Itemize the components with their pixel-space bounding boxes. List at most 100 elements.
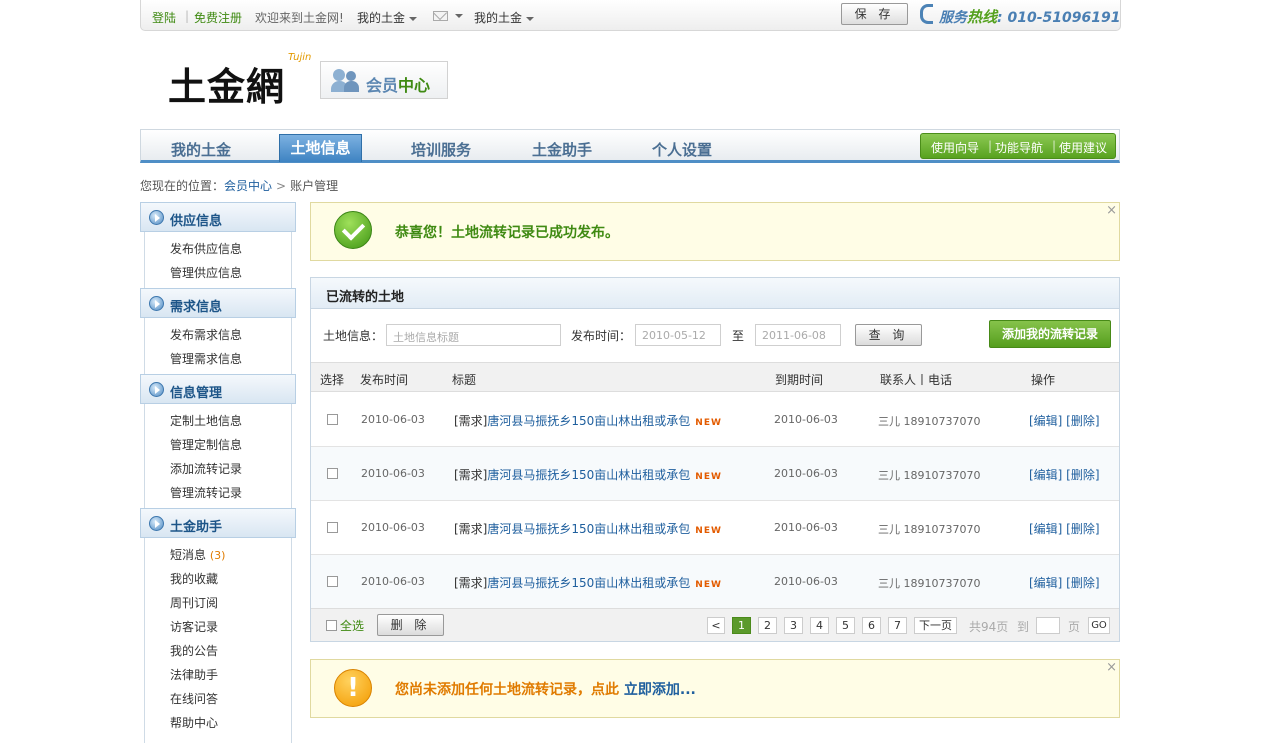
quick-suggest-link[interactable]: 使用建议 (1059, 139, 1107, 156)
sidebar: 供应信息 发布供应信息 管理供应信息 需求信息 发布需求信息 管理需求信息 信息… (140, 202, 296, 743)
quick-nav-link[interactable]: 功能导航 (995, 139, 1043, 156)
row-checkbox[interactable] (327, 468, 338, 479)
table-row: 2010-06-03 [需求]唐河县马振抚乡150亩山林出租或承包 NEW 201… (311, 555, 1119, 609)
row-actions[interactable]: [编辑] [删除] (1029, 466, 1100, 483)
row-actions[interactable]: [编辑] [删除] (1029, 574, 1100, 591)
col-select: 选择 (320, 373, 345, 387)
row-contact: 三儿 18910737070 (878, 523, 981, 536)
add-record-button[interactable]: 添加我的流转记录 (989, 320, 1111, 348)
sidebar-item[interactable]: 我的公告 (145, 639, 291, 663)
row-title-link[interactable]: 唐河县马振抚乡150亩山林出租或承包 (487, 414, 690, 428)
row-checkbox[interactable] (327, 414, 338, 425)
sidebar-section-supply[interactable]: 供应信息 (140, 202, 296, 232)
sidebar-item[interactable]: 定制土地信息 (145, 409, 291, 433)
arrow-circle-icon (149, 296, 164, 311)
panel-title: 已流转的土地 (326, 290, 405, 305)
site-logo[interactable]: 土金網 (168, 56, 285, 111)
nav-my-tujin[interactable]: 我的土金 (171, 139, 231, 160)
members-icon (331, 69, 361, 93)
quick-guide-link[interactable]: 使用向导 (931, 139, 979, 156)
page-1[interactable]: 1 (732, 617, 751, 634)
row-checkbox[interactable] (327, 522, 338, 533)
row-actions[interactable]: [编辑] [删除] (1029, 412, 1100, 429)
sidebar-item[interactable]: 周刊订阅 (145, 591, 291, 615)
sidebar-item[interactable]: 管理需求信息 (145, 347, 291, 371)
sidebar-section-assistant[interactable]: 土金助手 (140, 508, 296, 538)
transferred-land-panel: 已流转的土地 土地信息： 土地信息标题 发布时间： 2010-05-12 至 2… (310, 277, 1120, 642)
breadcrumb-link[interactable]: 会员中心 (224, 179, 272, 193)
query-button[interactable]: 查 询 (855, 324, 922, 346)
sidebar-item-messages[interactable]: 短消息 (3) (145, 543, 291, 567)
chevron-down-icon (526, 16, 535, 21)
page-6[interactable]: 6 (862, 617, 881, 634)
date-from-field[interactable]: 2010-05-12 (635, 324, 721, 346)
mail-icon[interactable] (433, 11, 448, 21)
chevron-down-icon (409, 16, 418, 21)
select-all-checkbox[interactable] (326, 620, 337, 631)
sidebar-item[interactable]: 在线问答 (145, 687, 291, 711)
sidebar-item[interactable]: 管理供应信息 (145, 261, 291, 285)
login-link[interactable]: 登陆 (152, 9, 176, 26)
next-page-button[interactable]: 下一页 (914, 617, 957, 634)
row-date: 2010-06-03 (361, 413, 425, 426)
logo-subtext: Tujin (288, 52, 312, 63)
sidebar-item[interactable]: 我的收藏 (145, 567, 291, 591)
close-icon[interactable]: × (1106, 660, 1117, 675)
go-button[interactable]: GO (1088, 617, 1110, 634)
row-expire: 2010-06-03 (774, 467, 838, 480)
sidebar-item[interactable]: 管理流转记录 (145, 481, 291, 505)
page-3[interactable]: 3 (784, 617, 803, 634)
breadcrumb-current: 账户管理 (290, 179, 339, 193)
delete-button[interactable]: 删 除 (377, 614, 444, 636)
page-5[interactable]: 5 (836, 617, 855, 634)
sidebar-section-title: 土金助手 (170, 520, 223, 535)
land-title-input[interactable]: 土地信息标题 (386, 324, 561, 346)
my-tujin-menu[interactable]: 我的土金 (357, 9, 418, 26)
col-expire: 到期时间 (775, 373, 824, 387)
my-tujin-menu-2[interactable]: 我的土金 (474, 9, 535, 26)
add-now-link[interactable]: 立即添加... (624, 682, 696, 698)
page-number-input[interactable] (1036, 617, 1060, 634)
save-button[interactable]: 保 存 (841, 3, 908, 25)
row-title-link[interactable]: 唐河县马振抚乡150亩山林出租或承包 (487, 468, 690, 482)
row-tag: [需求] (454, 468, 488, 482)
nav-training[interactable]: 培训服务 (411, 139, 471, 160)
row-date: 2010-06-03 (361, 467, 425, 480)
row-checkbox[interactable] (327, 576, 338, 587)
row-expire: 2010-06-03 (774, 521, 838, 534)
chevron-down-icon[interactable] (455, 14, 463, 18)
arrow-circle-icon (149, 516, 164, 531)
date-to-field[interactable]: 2011-06-08 (755, 324, 841, 346)
welcome-text: 欢迎来到土金网! (255, 11, 344, 25)
close-icon[interactable]: × (1106, 203, 1117, 218)
nav-land-info[interactable]: 土地信息 (279, 134, 362, 162)
sidebar-item[interactable]: 管理定制信息 (145, 433, 291, 457)
breadcrumb-prefix: 您现在的位置： (140, 179, 225, 193)
col-title: 标题 (452, 373, 477, 387)
row-date: 2010-06-03 (361, 521, 425, 534)
prev-page-icon[interactable]: < (707, 617, 725, 634)
sidebar-item[interactable]: 发布供应信息 (145, 237, 291, 261)
row-contact: 三儿 18910737070 (878, 415, 981, 428)
nav-assistant[interactable]: 土金助手 (532, 139, 592, 160)
sidebar-item[interactable]: 法律助手 (145, 663, 291, 687)
page-4[interactable]: 4 (810, 617, 829, 634)
sidebar-section-info-manage[interactable]: 信息管理 (140, 374, 296, 404)
row-title: [需求]唐河县马振抚乡150亩山林出租或承包 NEW (454, 412, 722, 429)
sidebar-item[interactable]: 帮助中心 (145, 711, 291, 735)
select-all-label[interactable]: 全选 (340, 617, 364, 634)
page-2[interactable]: 2 (758, 617, 777, 634)
sidebar-item[interactable]: 访客记录 (145, 615, 291, 639)
register-link[interactable]: 免费注册 (194, 9, 242, 26)
new-badge: NEW (695, 580, 722, 590)
warning-text: 您尚未添加任何土地流转记录，点此 (395, 682, 619, 698)
page-7[interactable]: 7 (888, 617, 907, 634)
row-actions[interactable]: [编辑] [删除] (1029, 520, 1100, 537)
row-title-link[interactable]: 唐河县马振抚乡150亩山林出租或承包 (487, 576, 690, 590)
sidebar-item[interactable]: 发布需求信息 (145, 323, 291, 347)
row-title-link[interactable]: 唐河县马振抚乡150亩山林出租或承包 (487, 522, 690, 536)
row-title: [需求]唐河县马振抚乡150亩山林出租或承包 NEW (454, 574, 722, 591)
sidebar-section-demand[interactable]: 需求信息 (140, 288, 296, 318)
sidebar-item[interactable]: 添加流转记录 (145, 457, 291, 481)
nav-settings[interactable]: 个人设置 (652, 139, 712, 160)
